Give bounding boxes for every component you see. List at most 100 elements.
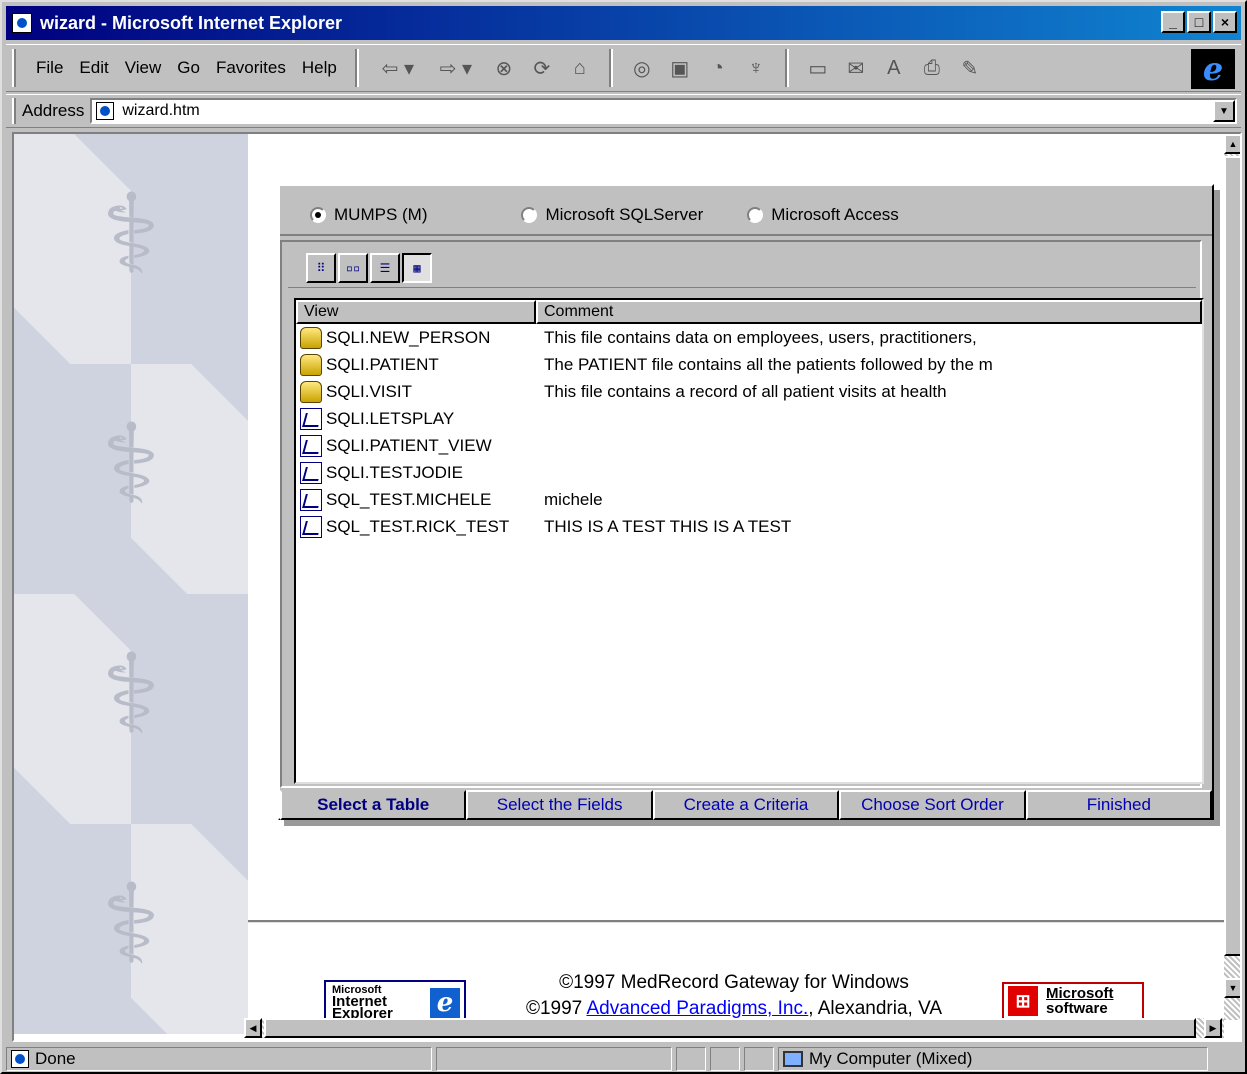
menu-go[interactable]: Go	[169, 58, 208, 78]
table-row[interactable]: SQLI.LETSPLAY	[296, 405, 1202, 432]
horizontal-scroll-thumb[interactable]	[264, 1018, 1196, 1038]
refresh-icon[interactable]: ⟳	[525, 51, 559, 85]
menu-help[interactable]: Help	[294, 58, 345, 78]
horizontal-rule	[248, 920, 1224, 923]
small-icons-view-button[interactable]: ▫▫	[338, 252, 368, 283]
address-dropdown-button[interactable]: ▼	[1213, 100, 1235, 122]
back-icon[interactable]: ⇦ ▾	[371, 51, 425, 85]
minimize-button[interactable]: _	[1161, 11, 1185, 33]
table-row[interactable]: SQLI.PATIENT The PATIENT file contains al…	[296, 351, 1202, 378]
background-pattern: ⚕ ⚕ ⚕ ⚕	[14, 134, 248, 1034]
menu-favorites[interactable]: Favorites	[208, 58, 294, 78]
menu-grip[interactable]	[12, 49, 16, 87]
home-icon[interactable]: ⌂	[563, 51, 597, 85]
wizard-steps: Select a Table Select the Fields Create …	[280, 790, 1213, 820]
tab-finished[interactable]: Finished	[1025, 790, 1213, 820]
toolbar-separator	[784, 49, 789, 87]
vertical-scrollbar[interactable]: ▲ ▼	[1224, 134, 1240, 1020]
microsoft-software-badge[interactable]: ⊞ Microsoft software	[1002, 982, 1144, 1020]
ie-page-icon	[12, 13, 32, 33]
tab-create-criteria[interactable]: Create a Criteria	[652, 790, 840, 820]
tab-sort-order[interactable]: Choose Sort Order	[839, 790, 1026, 820]
tab-select-fields[interactable]: Select the Fields	[466, 790, 653, 820]
row-name: SQLI.NEW_PERSON	[326, 327, 491, 347]
row-comment: This file contains data on employees, us…	[544, 327, 977, 347]
list-header: View Comment	[296, 300, 1202, 324]
row-name: SQLI.PATIENT_VIEW	[326, 435, 492, 455]
scroll-right-button[interactable]: ▶	[1204, 1018, 1222, 1038]
scroll-down-button[interactable]: ▼	[1224, 978, 1240, 998]
ms-badge-bottom: software	[1046, 1000, 1108, 1017]
tab-select-table[interactable]: Select a Table	[280, 790, 467, 820]
row-name: SQL_TEST.MICHELE	[326, 489, 492, 509]
row-name-cell: SQLI.LETSPLAY	[296, 407, 538, 430]
table-row[interactable]: SQLI.TESTJODIE	[296, 459, 1202, 486]
menu-view[interactable]: View	[117, 58, 170, 78]
database-view-icon	[300, 515, 322, 538]
status-panel-offline	[676, 1047, 706, 1071]
database-view-icon	[300, 461, 322, 484]
caduceus-watermark: ⚕	[101, 860, 161, 988]
channels-icon[interactable]: ♆	[739, 51, 773, 85]
close-button[interactable]: ×	[1213, 11, 1237, 33]
database-table-icon	[300, 353, 322, 376]
table-row[interactable]: SQL_TEST.MICHELE michele	[296, 486, 1202, 513]
tables-list[interactable]: View Comment SQLI.NEW_PERSON This file co…	[294, 298, 1204, 784]
copyright-prefix: ©1997	[525, 998, 587, 1019]
menu-edit[interactable]: Edit	[71, 58, 116, 78]
menu-file[interactable]: File	[28, 58, 71, 78]
favorites-icon[interactable]: ▣	[663, 51, 697, 85]
maximize-button[interactable]: □	[1187, 11, 1211, 33]
address-grip[interactable]	[12, 98, 16, 124]
company-link[interactable]: Advanced Paradigms, Inc.	[586, 998, 808, 1019]
status-panel-zone[interactable]: My Computer (Mixed)	[778, 1047, 1208, 1071]
title-bar[interactable]: wizard - Microsoft Internet Explorer _ □…	[6, 6, 1241, 40]
toolbar-separator	[608, 49, 613, 87]
radio-mumps[interactable]: MUMPS (M)	[310, 205, 427, 225]
radio-label: Microsoft Access	[771, 205, 899, 224]
address-bar: Address wizard.htm ▼	[6, 94, 1241, 128]
table-row[interactable]: SQLI.PATIENT_VIEW	[296, 432, 1202, 459]
column-header-comment[interactable]: Comment	[536, 300, 1202, 324]
caduceus-watermark: ⚕	[101, 400, 161, 528]
status-text: Done	[35, 1049, 76, 1068]
horizontal-scrollbar[interactable]: ◀ ▶	[244, 1018, 1224, 1038]
copyright-line1: ©1997 MedRecord Gateway for Windows	[559, 972, 909, 993]
stop-icon[interactable]: ⊗	[487, 51, 521, 85]
scroll-up-button[interactable]: ▲	[1224, 134, 1240, 154]
forward-icon[interactable]: ⇨ ▾	[429, 51, 483, 85]
ie-logo-badge[interactable]: Microsoft Internet Explorer e	[324, 980, 466, 1021]
fullscreen-icon[interactable]: ▭	[801, 51, 835, 85]
print-icon[interactable]: ⎙	[915, 51, 949, 85]
row-comment: michele	[544, 489, 603, 509]
search-icon[interactable]: ◎	[625, 51, 659, 85]
radio-access[interactable]: Microsoft Access	[747, 205, 899, 225]
table-row[interactable]: SQL_TEST.RICK_TEST THIS IS A TEST THIS IS…	[296, 513, 1202, 540]
ie-e-icon: e	[430, 988, 460, 1018]
row-name-cell: SQLI.NEW_PERSON	[296, 326, 538, 349]
status-bar: Done My Computer (Mixed)	[6, 1046, 1241, 1072]
view-mode-toolbar: ⠿ ▫▫ ☰ ▦	[288, 248, 1196, 288]
vertical-scroll-thumb[interactable]	[1224, 156, 1240, 956]
window-title: wizard - Microsoft Internet Explorer	[40, 12, 343, 33]
row-name: SQLI.VISIT	[326, 381, 412, 401]
table-row[interactable]: SQLI.VISIT This file contains a record of…	[296, 378, 1202, 405]
history-icon[interactable]: ◔	[701, 51, 735, 85]
large-icons-view-button[interactable]: ⠿	[306, 252, 336, 283]
row-name: SQLI.LETSPLAY	[326, 408, 455, 428]
list-rows: SQLI.NEW_PERSON This file contains data o…	[296, 324, 1202, 540]
address-input[interactable]: wizard.htm ▼	[90, 98, 1237, 124]
scroll-left-button[interactable]: ◀	[244, 1018, 262, 1038]
zone-text: My Computer (Mixed)	[809, 1049, 973, 1068]
mail-icon[interactable]: ✉	[839, 51, 873, 85]
table-row[interactable]: SQLI.NEW_PERSON This file contains data o…	[296, 324, 1202, 351]
database-view-icon	[300, 488, 322, 511]
edit-icon[interactable]: ✎	[953, 51, 987, 85]
radio-sqlserver[interactable]: Microsoft SQLServer	[521, 205, 703, 225]
list-view-button[interactable]: ☰	[370, 252, 400, 283]
font-icon[interactable]: A	[877, 51, 911, 85]
database-table-icon	[300, 326, 322, 349]
menu-toolbar-row: File Edit View Go Favorites Help ⇦ ▾ ⇨ ▾…	[6, 44, 1241, 92]
details-view-button[interactable]: ▦	[402, 252, 432, 283]
column-header-view[interactable]: View	[296, 300, 536, 324]
